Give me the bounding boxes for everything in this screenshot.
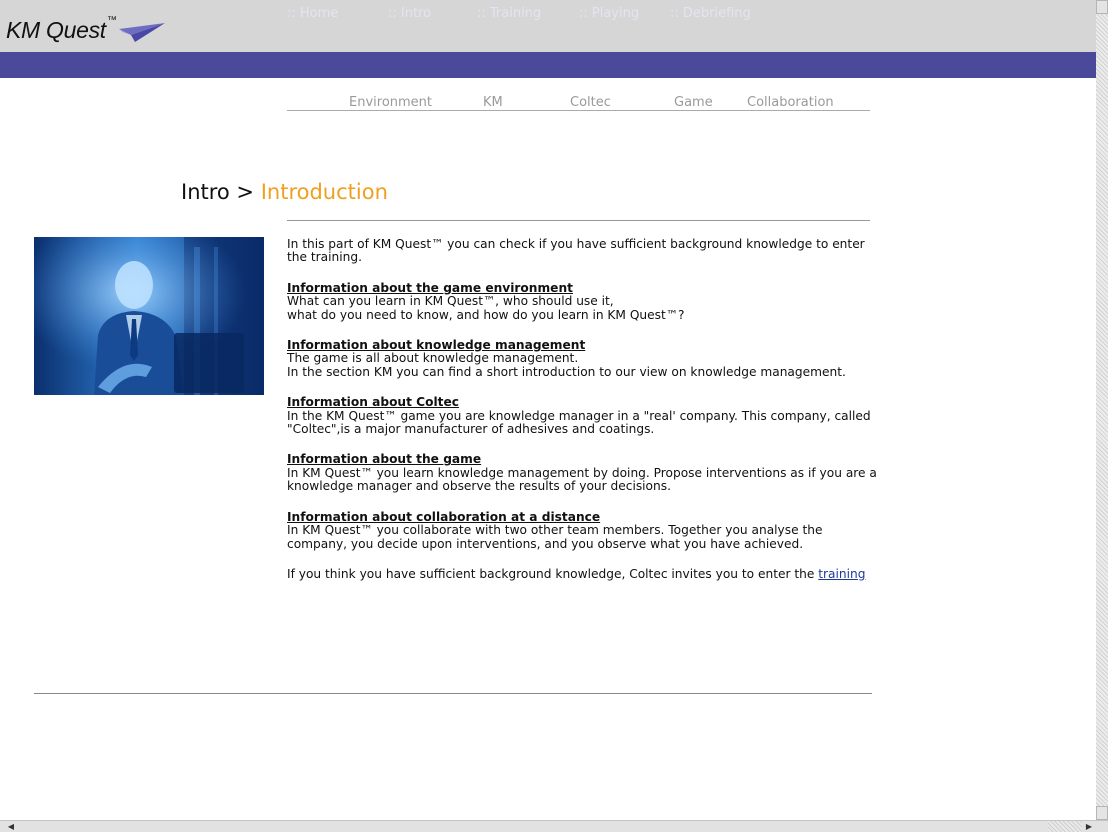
page-title: Introduction xyxy=(260,180,388,204)
section-text: what do you need to know, and how do you… xyxy=(287,307,685,322)
closing-text: If you think you have sufficient backgro… xyxy=(287,566,815,581)
subnav-collaboration[interactable]: Collaboration xyxy=(747,95,834,110)
section-text: In KM Quest™ you collaborate with two ot… xyxy=(287,523,823,551)
scroll-down-button[interactable] xyxy=(1096,806,1108,820)
scrollbar-grip[interactable] xyxy=(1048,821,1082,832)
horizontal-scrollbar[interactable] xyxy=(0,820,1108,832)
bottom-divider xyxy=(34,693,872,694)
link-game[interactable]: Information about the game xyxy=(287,453,877,467)
training-link[interactable]: training xyxy=(818,567,865,581)
breadcrumb: Intro > Introduction xyxy=(181,180,388,204)
businessman-photo xyxy=(34,237,264,395)
content-body: In this part of KM Quest™ you can check … xyxy=(287,237,877,581)
logo-text: KM Quest xyxy=(6,17,106,43)
title-divider xyxy=(287,220,870,221)
section-text: In the KM Quest™ game you are knowledge … xyxy=(287,408,871,437)
closing-paragraph: If you think you have sufficient backgro… xyxy=(287,566,877,581)
paper-plane-icon xyxy=(119,23,165,42)
section-text: What can you learn in KM Quest™, who sho… xyxy=(287,294,614,309)
nav-playing[interactable]: :: Playing xyxy=(579,6,639,21)
section-text: The game is all about knowledge manageme… xyxy=(287,351,579,366)
section-game-environment: Information about the game environment W… xyxy=(287,281,877,322)
subnav-coltec[interactable]: Coltec xyxy=(570,95,611,110)
link-game-environment[interactable]: Information about the game environment xyxy=(287,281,877,295)
scroll-left-button[interactable]: ◀ xyxy=(4,821,18,832)
section-coltec: Information about Coltec In the KM Quest… xyxy=(287,395,877,437)
subnav-divider xyxy=(287,110,870,111)
section-text: In the section KM you can find a short i… xyxy=(287,364,846,379)
logo-trademark: ™ xyxy=(106,15,117,26)
breadcrumb-parent[interactable]: Intro > xyxy=(181,180,254,204)
subnav-km[interactable]: KM xyxy=(483,95,503,110)
vertical-scrollbar[interactable] xyxy=(1096,0,1108,820)
nav-debriefing[interactable]: :: Debriefing xyxy=(670,6,751,21)
scroll-up-button[interactable] xyxy=(1096,0,1108,14)
link-knowledge-management[interactable]: Information about knowledge management xyxy=(287,338,877,352)
link-coltec[interactable]: Information about Coltec xyxy=(287,395,877,409)
section-text: In KM Quest™ you learn knowledge managem… xyxy=(287,465,877,494)
subnav-environment[interactable]: Environment xyxy=(349,95,432,110)
link-collaboration[interactable]: Information about collaboration at a dis… xyxy=(287,510,877,524)
main-nav xyxy=(0,52,1096,78)
section-game: Information about the game In KM Quest™ … xyxy=(287,453,877,493)
section-collaboration: Information about collaboration at a dis… xyxy=(287,510,877,551)
nav-training[interactable]: :: Training xyxy=(477,6,541,21)
nav-intro[interactable]: :: Intro xyxy=(388,6,431,21)
scroll-right-button[interactable]: ▶ xyxy=(1082,821,1096,832)
logo[interactable]: KM Quest™ xyxy=(6,15,117,44)
subnav-game[interactable]: Game xyxy=(674,95,713,110)
section-knowledge-management: Information about knowledge management T… xyxy=(287,338,877,379)
nav-home[interactable]: :: Home xyxy=(287,6,338,21)
intro-text: In this part of KM Quest™ you can check … xyxy=(287,237,865,265)
